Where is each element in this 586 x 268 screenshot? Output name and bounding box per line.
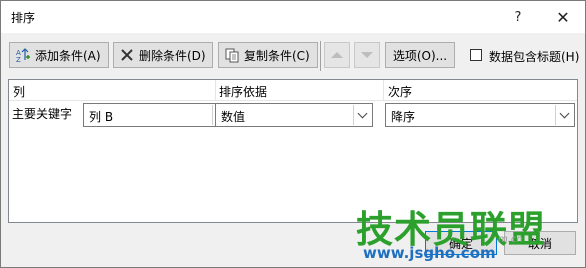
watermark-small-text: m.cn	[498, 234, 523, 245]
order-select[interactable]: 降序	[385, 103, 575, 127]
title-bar: 排序 ? ✕	[1, 1, 585, 33]
header-divider	[383, 80, 384, 100]
delete-x-icon	[119, 47, 135, 63]
delete-level-label: 删除条件(D)	[139, 48, 206, 63]
add-sort-icon: AZ	[15, 47, 31, 64]
copy-level-button[interactable]: 复制条件(C)	[218, 42, 318, 68]
move-up-button[interactable]	[324, 42, 350, 68]
column-header-order: 次序	[388, 85, 413, 99]
column-header-sort-on: 排序依据	[219, 85, 268, 99]
column-select[interactable]: 列 B	[83, 103, 232, 127]
toolbar-separator	[320, 41, 321, 71]
sort-dialog: 排序 ? ✕ AZ 添加条件(A) 删除条件(D) 复制条件(C) 选项(O).…	[0, 0, 586, 268]
chevron-down-icon[interactable]	[353, 105, 371, 125]
copy-icon	[224, 47, 240, 63]
chevron-down-icon[interactable]	[555, 105, 573, 125]
arrow-up-icon	[331, 52, 343, 58]
dialog-title: 排序	[11, 11, 36, 25]
delete-level-button[interactable]: 删除条件(D)	[113, 42, 213, 68]
options-button[interactable]: 选项(O)...	[385, 42, 455, 68]
header-checkbox[interactable]	[470, 49, 482, 61]
grid-header: 列 排序依据 次序	[9, 80, 577, 101]
primary-key-label: 主要关键字	[12, 107, 73, 121]
column-select-value: 列 B	[89, 110, 114, 124]
add-level-button[interactable]: AZ 添加条件(A)	[9, 42, 109, 68]
copy-level-label: 复制条件(C)	[244, 48, 310, 63]
order-select-value: 降序	[391, 110, 416, 124]
header-divider	[215, 80, 216, 100]
close-button[interactable]: ✕	[549, 5, 577, 29]
header-checkbox-label[interactable]: 数据包含标题(H)	[489, 48, 579, 65]
arrow-down-icon	[361, 52, 373, 58]
watermark-url: www.jsgho.com	[363, 244, 496, 262]
svg-text:Z: Z	[16, 56, 21, 63]
column-header-column: 列	[13, 85, 26, 99]
add-level-label: 添加条件(A)	[35, 48, 101, 63]
sort-on-select-value: 数值	[221, 110, 246, 124]
move-down-button[interactable]	[354, 42, 380, 68]
help-button[interactable]: ?	[504, 5, 532, 29]
sort-on-select[interactable]: 数值	[215, 103, 373, 127]
